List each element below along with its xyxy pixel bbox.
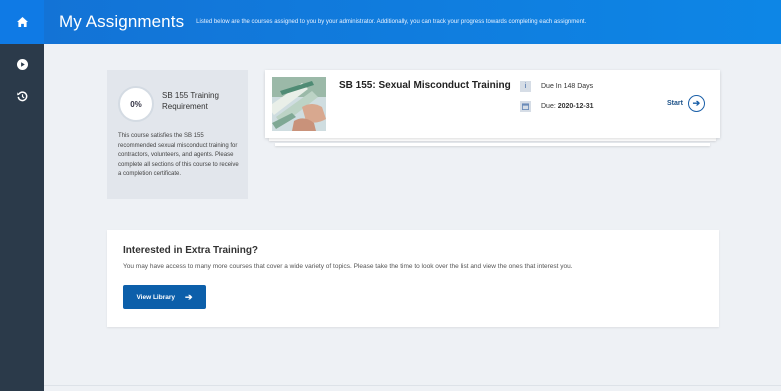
page-header: My Assignments Listed below are the cour… bbox=[44, 0, 781, 44]
course-thumbnail bbox=[272, 77, 326, 131]
due-date: 2020-12-31 bbox=[557, 103, 594, 110]
page-description: Listed below are the courses assigned to… bbox=[196, 19, 587, 25]
requirement-title: SB 155 Training Requirement bbox=[162, 91, 219, 111]
requirement-description: This course satisfies the SB 155 recomme… bbox=[118, 133, 239, 177]
requirement-panel: 0% SB 155 Training Requirement This cour… bbox=[107, 70, 248, 199]
course-title[interactable]: SB 155: Sexual Misconduct Training bbox=[339, 80, 511, 91]
course-card[interactable]: SB 155: Sexual Misconduct Training i Due… bbox=[265, 70, 720, 138]
view-library-button[interactable]: View Library ➔ bbox=[123, 285, 206, 309]
play-icon bbox=[16, 58, 28, 70]
footer-divider bbox=[44, 385, 781, 386]
due-date-row: Due: 2020-12-31 bbox=[520, 101, 594, 112]
extra-training-description: You may have access to many more courses… bbox=[123, 263, 573, 270]
main-content: 0% SB 155 Training Requirement This cour… bbox=[44, 44, 781, 391]
sidebar-item-home[interactable] bbox=[0, 0, 44, 44]
card-stack-shadow bbox=[269, 138, 716, 141]
start-label: Start bbox=[667, 100, 683, 107]
sidebar-item-play[interactable] bbox=[0, 48, 44, 80]
due-in-text: Due In 148 Days bbox=[541, 83, 594, 90]
sidebar-item-history[interactable] bbox=[0, 80, 44, 112]
home-icon bbox=[16, 17, 28, 27]
start-button[interactable]: Start ➔ bbox=[667, 95, 705, 112]
progress-ring: 0% bbox=[118, 86, 154, 122]
history-icon bbox=[16, 90, 27, 101]
extra-training-title: Interested in Extra Training? bbox=[123, 245, 259, 256]
sidebar bbox=[0, 0, 44, 391]
card-stack-shadow bbox=[275, 143, 710, 146]
info-icon: i bbox=[520, 81, 531, 92]
arrow-right-icon: ➔ bbox=[687, 95, 705, 112]
due-in-row: i Due In 148 Days bbox=[520, 81, 593, 92]
calendar-icon bbox=[520, 101, 531, 112]
view-library-label: View Library bbox=[136, 293, 175, 301]
page-title: My Assignments bbox=[59, 12, 185, 31]
due-date-prefix: Due: bbox=[541, 103, 558, 110]
extra-training-card: Interested in Extra Training? You may ha… bbox=[107, 230, 719, 327]
arrow-right-icon: ➔ bbox=[185, 291, 193, 302]
